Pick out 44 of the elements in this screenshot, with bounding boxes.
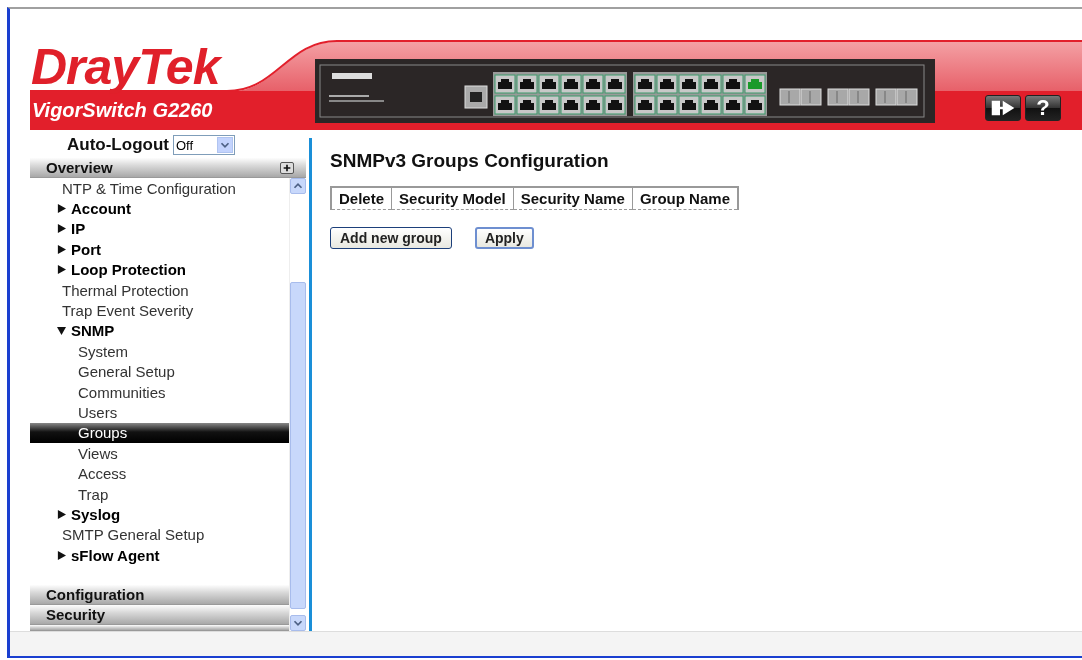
menu-item[interactable]: Views (30, 443, 289, 464)
column-header: Security Name (513, 187, 633, 210)
logout-button[interactable] (985, 95, 1021, 121)
menu-section-header[interactable]: Security (30, 605, 289, 625)
menu-item[interactable]: Account (30, 198, 289, 219)
menu-item[interactable]: NTP & Time Configuration (30, 178, 289, 199)
menu-item[interactable]: Access (30, 463, 289, 484)
menu-item[interactable]: General Setup (30, 361, 289, 382)
menu-item[interactable]: sFlow Agent (30, 545, 289, 566)
menu-item[interactable]: System (30, 341, 289, 362)
column-header: Delete (331, 187, 392, 210)
triangle-right-icon (57, 509, 66, 519)
menu-item[interactable]: Syslog (30, 504, 289, 525)
add-group-button[interactable]: Add new group (330, 227, 452, 249)
menu-item[interactable]: SMTP General Setup (30, 524, 289, 546)
apply-button[interactable]: Apply (474, 227, 534, 249)
menu-item[interactable]: SNMP (30, 320, 289, 342)
page-title: SNMPv3 Groups Configuration (330, 150, 610, 172)
model-name: VigorSwitch G2260 (32, 99, 213, 122)
triangle-right-icon (57, 265, 66, 275)
column-header: Group Name (632, 187, 738, 210)
triangle-right-icon (57, 550, 66, 560)
section-title: Overview (46, 159, 113, 176)
scrollbar[interactable] (289, 178, 306, 631)
menu-item[interactable]: Port (30, 239, 289, 260)
triangle-down-icon (57, 326, 66, 336)
menu-item[interactable]: Trap Event Severity (30, 300, 289, 321)
scroll-up-icon[interactable] (290, 178, 306, 194)
scroll-down-icon[interactable] (290, 615, 306, 631)
logout-icon (991, 100, 1015, 116)
menu-item[interactable]: IP (30, 218, 289, 240)
auto-logout-dropdown[interactable]: Off (172, 135, 235, 155)
help-button[interactable]: ? (1025, 95, 1061, 121)
menu-section-header[interactable]: Overview (30, 158, 306, 178)
column-header: Security Model (391, 187, 514, 210)
menu-item[interactable]: Loop Protection (30, 259, 289, 280)
menu-item[interactable]: Communities (30, 381, 289, 403)
menu-item[interactable]: Groups (30, 422, 289, 444)
menu-section-header[interactable]: Configuration (30, 585, 289, 605)
menu-item[interactable]: Trap (30, 483, 289, 505)
menu-item[interactable]: Thermal Protection (30, 279, 289, 301)
menu-item[interactable]: Users (30, 402, 289, 423)
auto-logout-label: Auto-Logout (67, 135, 169, 155)
expand-all-icon[interactable] (280, 161, 294, 174)
